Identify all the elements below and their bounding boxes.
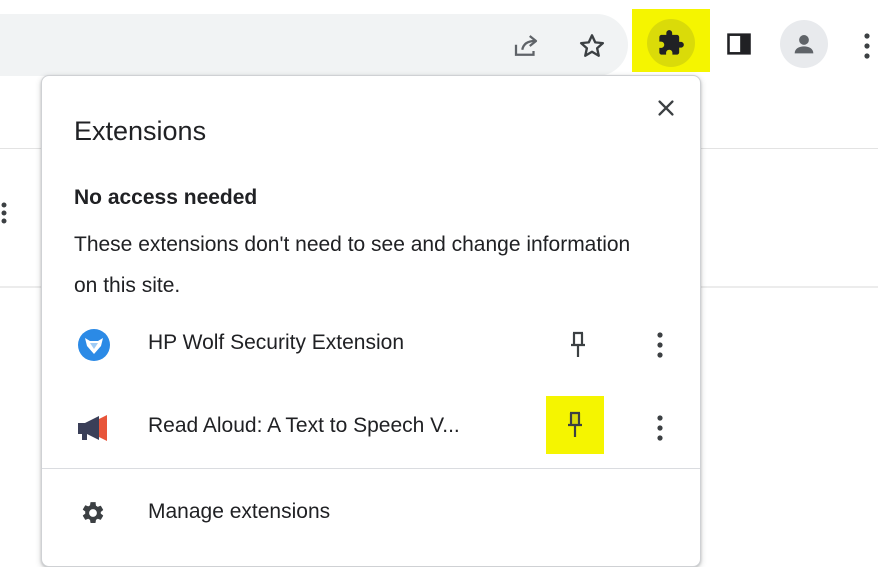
- megaphone-icon: [76, 410, 112, 446]
- profile-icon: [794, 35, 814, 54]
- extension-name: HP Wolf Security Extension: [148, 331, 404, 354]
- profile-button[interactable]: [780, 20, 828, 68]
- extension-name: Read Aloud: A Text to Speech V...: [148, 414, 460, 437]
- close-icon: [658, 100, 674, 116]
- pin-button-pinned[interactable]: [546, 396, 604, 454]
- pin-button[interactable]: [556, 321, 600, 369]
- more-vert-icon: [864, 33, 870, 59]
- star-icon: [579, 34, 605, 57]
- hp-wolf-security-icon: [76, 327, 112, 363]
- pin-icon: [568, 411, 582, 437]
- extension-row-read-aloud[interactable]: Read Aloud: A Text to Speech V...: [42, 392, 700, 462]
- extensions-button[interactable]: [647, 19, 695, 67]
- side-panel-icon: [727, 33, 751, 55]
- extension-more-button[interactable]: [642, 406, 678, 450]
- close-button[interactable]: [648, 90, 684, 126]
- extensions-popup: Extensions No access needed These extens…: [41, 75, 701, 567]
- more-vert-icon: [657, 332, 663, 358]
- manage-extensions-button[interactable]: Manage extensions: [42, 476, 700, 546]
- popup-title: Extensions: [74, 116, 207, 146]
- page-content-fragment: [0, 198, 10, 228]
- section-description: These extensions don't need to see and c…: [74, 233, 631, 297]
- manage-extensions-label: Manage extensions: [148, 500, 331, 523]
- side-panel-button[interactable]: [717, 22, 761, 66]
- share-icon: [514, 35, 538, 56]
- extension-more-button[interactable]: [642, 323, 678, 367]
- gear-icon: [78, 498, 108, 528]
- pin-icon: [571, 331, 585, 357]
- more-vert-icon: [657, 415, 663, 441]
- bookmark-star-button[interactable]: [570, 24, 614, 68]
- extension-row-hp-wolf[interactable]: HP Wolf Security Extension: [42, 309, 700, 379]
- share-button[interactable]: [504, 24, 548, 68]
- browser-menu-button[interactable]: [852, 24, 878, 68]
- popup-divider: [42, 468, 700, 469]
- section-heading: No access needed: [74, 186, 258, 209]
- puzzle-icon: [659, 30, 684, 55]
